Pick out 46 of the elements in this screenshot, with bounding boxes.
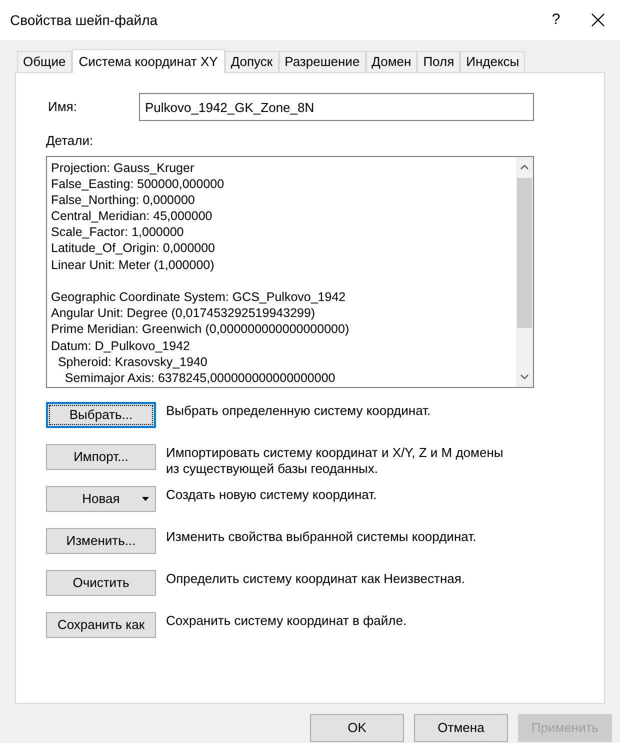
details-line: False_Northing: 0,000000: [51, 192, 196, 208]
details-line: Angular Unit: Degree (0,017453292519943299): [51, 305, 316, 322]
action-button[interactable]: Выбрать...: [46, 402, 156, 428]
name-field[interactable]: Pulkovo_1942_GK_Zone_8N: [139, 93, 534, 121]
action-button[interactable]: Изменить...: [46, 528, 156, 554]
details-line: Geographic Coordinate System: GCS_Pulkovo_1942: [51, 289, 347, 306]
details-line: Scale_Factor: 1,000000: [51, 224, 185, 240]
dialog-button[interactable]: Отмена: [414, 714, 508, 742]
tab[interactable]: Индексы: [460, 51, 526, 72]
dialog-button[interactable]: OK: [310, 714, 404, 742]
scrollbar-thumb[interactable]: [517, 178, 532, 328]
details-label: Детали:: [46, 132, 94, 150]
action-description: Выбрать определенную систему координат.: [166, 402, 431, 418]
scroll-down-icon: [520, 374, 529, 380]
details-line: Datum: D_Pulkovo_1942: [51, 338, 191, 354]
action-button[interactable]: Сохранить как: [46, 612, 156, 638]
tab[interactable]: Разрешение: [278, 51, 366, 72]
details-line: Projection: Gauss_Kruger: [51, 160, 196, 176]
window-title: Свойства шейп-файла: [10, 10, 159, 30]
scroll-up-icon: [520, 164, 529, 170]
action-button[interactable]: Очистить: [46, 570, 156, 596]
details-line: Semimajor Axis: 6378245,000000000000000000: [64, 370, 336, 386]
action-button[interactable]: Импорт...: [46, 444, 156, 470]
tab[interactable]: Общие: [17, 51, 72, 72]
tab[interactable]: Домен: [366, 51, 418, 72]
action-description: Импортировать систему координат и X/Y, Z и M домены из существующей базы геоданных.: [166, 444, 504, 476]
details-line: Linear Unit: Meter (1,000000): [51, 256, 216, 273]
tab[interactable]: Поля: [417, 51, 460, 72]
action-description: Сохранить систему координат в файле.: [166, 612, 407, 628]
details-line: Latitude_Of_Origin: 0,000000: [51, 240, 216, 257]
action-button[interactable]: Новая: [46, 486, 156, 512]
action-description: Изменить свойства выбранной системы координат.: [166, 528, 476, 544]
details-line: Prime Meridian: Greenwich (0,000000000000000000): [51, 321, 350, 338]
scrollbar[interactable]: [516, 156, 533, 386]
details-line: Central_Meridian: 45,000000: [51, 208, 214, 224]
tab[interactable]: Система координат XY: [72, 49, 225, 73]
caret-icon: [142, 496, 149, 500]
name-label: Имя:: [47, 98, 78, 116]
close-icon: [591, 13, 605, 27]
details-line: False_Easting: 500000,000000: [51, 176, 226, 192]
details-text-area[interactable]: [46, 156, 534, 388]
action-description: Определить систему координат как Неизвестная.: [166, 570, 465, 586]
action-description: Создать новую систему координат.: [166, 486, 377, 502]
details-line: Spheroid: Krasovsky_1940: [56, 354, 208, 370]
tab[interactable]: Допуск: [224, 51, 279, 72]
help-button[interactable]: ?: [536, 5, 576, 35]
